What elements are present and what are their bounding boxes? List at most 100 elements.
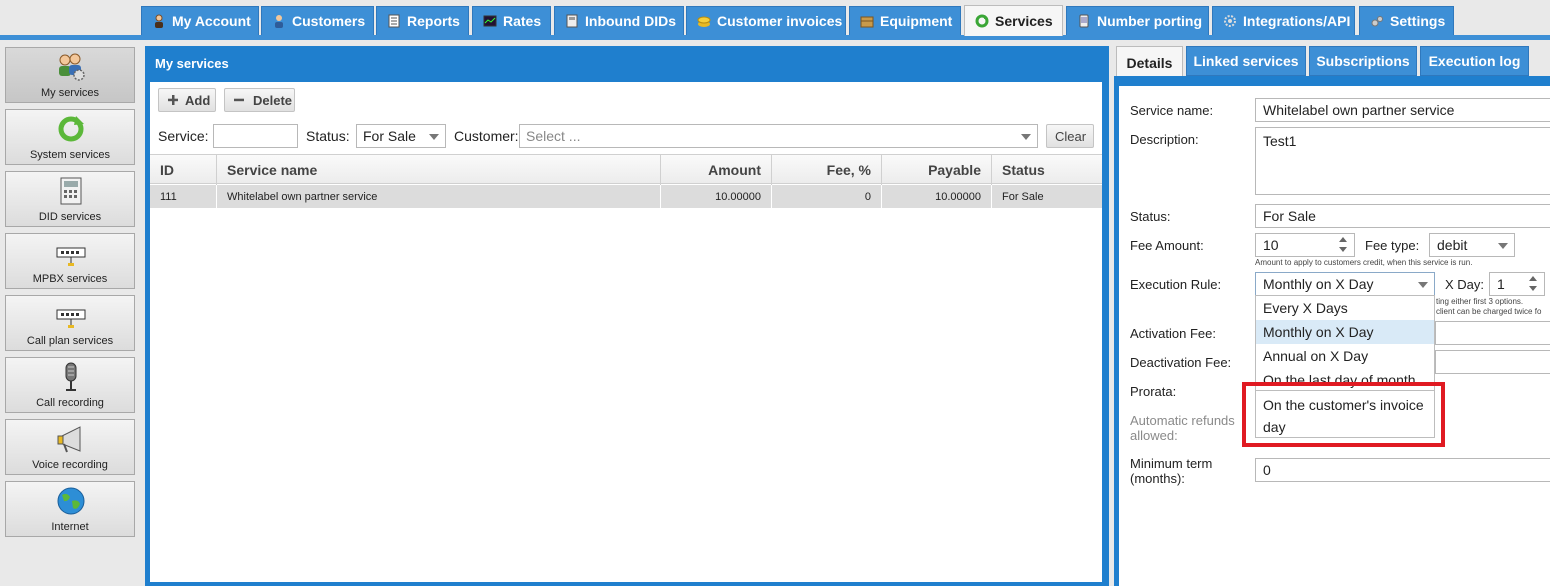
box-icon <box>860 16 874 28</box>
auto-refunds-label: Automatic refunds allowed: <box>1130 413 1235 443</box>
table-row[interactable]: 111 Whitelabel own partner service 10.00… <box>150 185 1102 208</box>
fee-amount-label: Fee Amount: <box>1130 238 1204 253</box>
deactivation-fee-input[interactable] <box>1435 350 1550 374</box>
sidebar-item-did-services[interactable]: DID services <box>5 171 135 227</box>
fee-type-label: Fee type: <box>1365 238 1420 253</box>
rule-option-every-x-days[interactable]: Every X Days <box>1256 296 1434 320</box>
column-fee[interactable]: Fee, % <box>772 155 882 185</box>
dids-icon <box>566 14 578 28</box>
chevron-down-icon <box>1021 134 1031 140</box>
clear-button[interactable]: Clear <box>1046 124 1094 148</box>
execution-rule-label: Execution Rule: <box>1130 277 1222 292</box>
settings-icon <box>1371 16 1383 27</box>
tab-customer-invoices[interactable]: Customer invoices <box>686 6 846 35</box>
tab-inbound-dids[interactable]: Inbound DIDs <box>554 6 684 35</box>
tab-execution-log[interactable]: Execution log <box>1420 46 1529 76</box>
sidebar-item-call-plan-services[interactable]: Call plan services <box>5 295 135 351</box>
minimum-term-input[interactable]: 0 <box>1255 458 1550 482</box>
customer-filter-select[interactable]: Select ... <box>519 124 1038 148</box>
top-nav-underline <box>0 35 1550 40</box>
users-gear-icon <box>59 53 85 81</box>
customers-icon <box>275 15 283 28</box>
panel-title: My services <box>155 56 229 71</box>
service-filter-label: Service: <box>158 128 209 144</box>
globe-icon <box>57 487 85 515</box>
delete-button[interactable]: Delete <box>224 88 295 112</box>
prorata-label: Prorata: <box>1130 384 1177 399</box>
switch-icon <box>56 247 86 266</box>
chevron-down-icon <box>429 134 439 140</box>
coins-icon <box>697 16 711 27</box>
plus-icon <box>168 95 178 105</box>
description-label: Description: <box>1130 132 1199 147</box>
service-name-input[interactable]: Whitelabel own partner service <box>1255 98 1550 122</box>
tab-customers[interactable]: Customers <box>261 6 374 35</box>
user-icon <box>155 14 163 28</box>
cell-payable: 10.00000 <box>882 185 992 208</box>
deactivation-fee-label: Deactivation Fee: <box>1130 355 1232 370</box>
execution-rule-select[interactable]: Monthly on X Day <box>1255 272 1435 296</box>
customer-filter-label: Customer: <box>454 128 519 144</box>
tab-linked-services[interactable]: Linked services <box>1186 46 1306 76</box>
sidebar-item-mpbx-services[interactable]: MPBX services <box>5 233 135 289</box>
x-day-label: X Day: <box>1445 277 1485 292</box>
phone-icon <box>1079 14 1089 28</box>
cell-status: For Sale <box>1002 190 1044 203</box>
tab-services[interactable]: Services <box>964 5 1063 36</box>
status-filter-label: Status: <box>306 128 350 144</box>
services-table-header: ID Service name Amount Fee, % Payable St… <box>150 154 1102 185</box>
execution-rule-dropdown: Every X Days Monthly on X Day Annual on … <box>1255 295 1435 393</box>
cell-fee: 0 <box>772 185 882 208</box>
rates-icon <box>483 15 497 27</box>
tab-reports[interactable]: Reports <box>376 6 469 35</box>
sidebar-item-voice-recording[interactable]: Voice recording <box>5 419 135 475</box>
gear-icon <box>1224 15 1236 27</box>
microphone-icon <box>65 362 77 391</box>
sidebar-item-my-services[interactable]: My services <box>5 47 135 103</box>
sidebar-item-internet[interactable]: Internet <box>5 481 135 537</box>
column-payable[interactable]: Payable <box>882 155 992 185</box>
status-label: Status: <box>1130 209 1171 224</box>
tab-settings[interactable]: Settings <box>1359 6 1454 35</box>
fee-amount-input[interactable]: 10 <box>1255 233 1355 257</box>
column-status[interactable]: Status <box>992 155 1102 185</box>
add-button[interactable]: Add <box>158 88 216 112</box>
rule-option-monthly[interactable]: Monthly on X Day <box>1256 320 1434 344</box>
services-icon <box>975 14 989 28</box>
tab-subscriptions[interactable]: Subscriptions <box>1309 46 1417 76</box>
fee-hint: Amount to apply to customers credit, whe… <box>1255 258 1473 267</box>
service-filter-input[interactable] <box>213 124 298 148</box>
highlight-box <box>1242 382 1445 447</box>
spinner-icon[interactable] <box>1528 274 1538 294</box>
chevron-down-icon <box>1498 243 1508 249</box>
desk-phone-icon <box>60 177 82 205</box>
cell-service-name: Whitelabel own partner service <box>217 185 661 208</box>
tab-rates[interactable]: Rates <box>472 6 551 35</box>
cell-id: 111 <box>150 185 217 208</box>
cell-amount: 10.00000 <box>661 185 772 208</box>
minimum-term-label: Minimum term (months): <box>1130 456 1213 486</box>
tab-details[interactable]: Details <box>1116 46 1183 78</box>
status-select[interactable]: For Sale <box>1255 204 1550 228</box>
tab-my-account[interactable]: My Account <box>141 6 259 35</box>
tab-number-porting[interactable]: Number porting <box>1066 6 1209 35</box>
tab-integrations-api[interactable]: Integrations/API <box>1212 6 1355 35</box>
status-filter-select[interactable]: For Sale <box>356 124 446 148</box>
activation-fee-input[interactable] <box>1435 321 1550 345</box>
activation-fee-label: Activation Fee: <box>1130 326 1216 341</box>
refresh-icon <box>58 116 84 142</box>
chevron-down-icon <box>1418 282 1428 288</box>
column-amount[interactable]: Amount <box>661 155 772 185</box>
spinner-icon[interactable] <box>1338 235 1348 255</box>
column-service-name[interactable]: Service name <box>217 155 661 185</box>
service-name-label: Service name: <box>1130 103 1214 118</box>
sidebar-item-system-services[interactable]: System services <box>5 109 135 165</box>
x-day-input[interactable]: 1 <box>1489 272 1545 296</box>
tab-equipment[interactable]: Equipment <box>849 6 961 35</box>
rule-option-annual[interactable]: Annual on X Day <box>1256 344 1434 368</box>
rule-hint-line-1: ting either first 3 options. <box>1436 297 1524 306</box>
description-textarea[interactable]: Test1 <box>1255 127 1550 195</box>
fee-type-select[interactable]: debit <box>1429 233 1515 257</box>
column-id[interactable]: ID <box>150 155 217 185</box>
sidebar-item-call-recording[interactable]: Call recording <box>5 357 135 413</box>
